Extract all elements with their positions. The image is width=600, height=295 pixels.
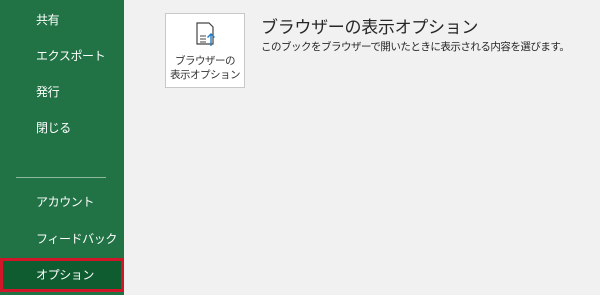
backstage-sidebar: 共有 エクスポート 発行 閉じる アカウント フィードバック オプション bbox=[0, 0, 124, 295]
main-content: ブラウザーの 表示オプション ブラウザーの表示オプション このブックをブラウザー… bbox=[124, 0, 600, 295]
sidebar-item-label: オプション bbox=[36, 268, 95, 282]
sidebar-item-options[interactable]: オプション bbox=[0, 258, 124, 292]
sidebar-item-account[interactable]: アカウント bbox=[0, 185, 124, 219]
sidebar-item-label: 発行 bbox=[36, 85, 60, 99]
sidebar-item-label: 閉じる bbox=[36, 121, 71, 135]
tile-label: ブラウザーの 表示オプション bbox=[170, 55, 241, 81]
sidebar-item-export[interactable]: エクスポート bbox=[0, 39, 124, 73]
sidebar-item-label: アカウント bbox=[36, 195, 95, 209]
section-description: このブックをブラウザーで開いたときに表示される内容を選びます。 bbox=[261, 41, 570, 53]
section-title: ブラウザーの表示オプション bbox=[261, 18, 479, 38]
sidebar-item-share[interactable]: 共有 bbox=[0, 3, 124, 37]
browser-view-options-button[interactable]: ブラウザーの 表示オプション bbox=[165, 13, 245, 88]
sidebar-item-publish[interactable]: 発行 bbox=[0, 75, 124, 109]
sidebar-item-close[interactable]: 閉じる bbox=[0, 111, 124, 145]
sidebar-item-label: フィードバック bbox=[36, 232, 117, 246]
sidebar-item-label: エクスポート bbox=[36, 49, 106, 63]
sidebar-item-feedback[interactable]: フィードバック bbox=[0, 222, 124, 256]
sidebar-item-label: 共有 bbox=[36, 13, 60, 27]
document-upload-icon bbox=[196, 22, 215, 46]
sidebar-divider bbox=[16, 177, 106, 178]
